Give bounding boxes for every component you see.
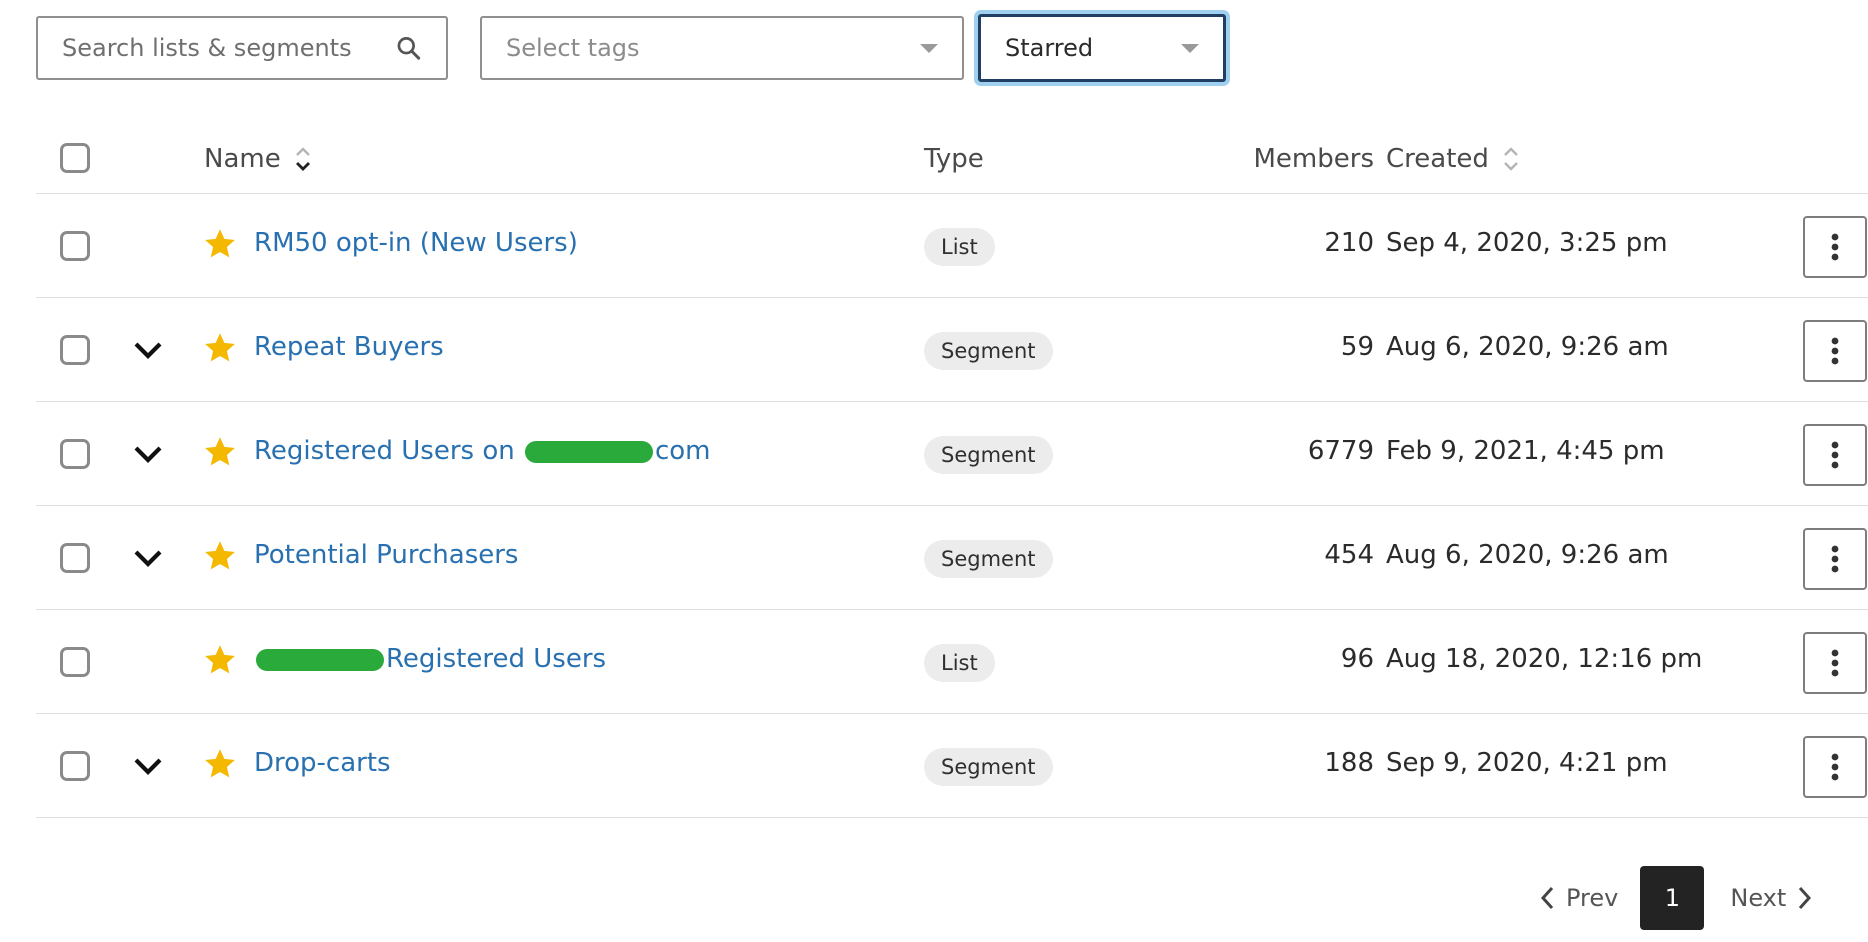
pagination: Prev 1 Next [1540,866,1812,930]
kebab-menu-icon [1831,233,1839,261]
chevron-down-icon[interactable] [130,748,166,784]
select-all-checkbox[interactable] [60,143,90,173]
next-page-label: Next [1730,884,1787,912]
chevron-down-icon[interactable] [130,332,166,368]
chevron-down-icon[interactable] [130,540,166,576]
row-checkbox[interactable] [60,751,90,781]
prev-page-label: Prev [1566,884,1619,912]
star-icon[interactable] [202,746,238,782]
row-actions-button[interactable] [1803,528,1867,590]
star-icon[interactable] [202,226,238,262]
members-count: 6779 [1307,436,1374,466]
column-header-name-label: Name [204,144,281,174]
search-icon[interactable] [395,33,422,63]
row-actions-button[interactable] [1803,736,1867,798]
members-count: 210 [1324,228,1374,258]
table-row: RM50 opt-in (New Users) List 210 Sep 4, … [36,194,1868,298]
members-count: 188 [1324,748,1374,778]
row-checkbox[interactable] [60,231,90,261]
kebab-menu-icon [1831,753,1839,781]
chevron-down-icon[interactable] [130,436,166,472]
column-header-name[interactable]: Name [204,144,313,174]
list-name-suffix: com [654,436,711,466]
row-checkbox[interactable] [60,335,90,365]
prev-page-button[interactable]: Prev [1540,884,1618,912]
row-actions-button[interactable] [1803,424,1867,486]
type-badge: Segment [924,748,1053,786]
row-actions-button[interactable] [1803,632,1867,694]
members-count: 454 [1324,540,1374,570]
tags-select-placeholder: Select tags [506,34,640,62]
table-row: Repeat Buyers Segment 59 Aug 6, 2020, 9:… [36,298,1868,402]
table-row: Registered Users on com Segment 6779 Feb… [36,402,1868,506]
chevron-left-icon [1540,886,1554,910]
list-name-link[interactable]: Repeat Buyers [254,332,444,362]
list-name-link[interactable]: Drop-carts [254,748,391,778]
table-row: Registered Users List 96 Aug 18, 2020, 1… [36,610,1868,714]
type-badge: Segment [924,332,1053,370]
row-actions-button[interactable] [1803,320,1867,382]
sort-icon[interactable] [293,144,313,174]
lists-table: Name Type Members Created RM50 opt-in (N… [36,124,1868,818]
chevron-right-icon [1799,886,1812,910]
members-count: 96 [1340,644,1374,674]
created-date: Aug 18, 2020, 12:16 pm [1386,644,1703,674]
redaction-mark [256,648,384,671]
type-badge: List [924,228,995,266]
row-actions-button[interactable] [1803,216,1867,278]
table-row: Drop-carts Segment 188 Sep 9, 2020, 4:21… [36,714,1868,818]
caret-down-icon [920,43,938,53]
type-badge: Segment [924,540,1053,578]
page-number-button[interactable]: 1 [1640,866,1705,930]
tags-select[interactable]: Select tags [480,16,964,80]
type-badge: Segment [924,436,1053,474]
list-name-link[interactable]: Registered Users on com [254,436,711,466]
row-checkbox[interactable] [60,543,90,573]
kebab-menu-icon [1831,649,1839,677]
search-field[interactable] [36,16,448,80]
sort-icon[interactable] [1501,144,1521,174]
table-row: Potential Purchasers Segment 454 Aug 6, … [36,506,1868,610]
created-date: Feb 9, 2021, 4:45 pm [1386,436,1665,466]
column-header-created[interactable]: Created [1386,144,1521,174]
star-icon[interactable] [202,330,238,366]
created-date: Aug 6, 2020, 9:26 am [1386,540,1669,570]
kebab-menu-icon [1831,545,1839,573]
view-filter-value: Starred [1005,34,1094,62]
list-name-suffix: Registered Users [386,644,607,674]
kebab-menu-icon [1831,337,1839,365]
column-header-created-label: Created [1386,144,1489,174]
row-checkbox[interactable] [60,439,90,469]
table-header: Name Type Members Created [36,124,1868,194]
redaction-mark [524,440,653,463]
next-page-button[interactable]: Next [1730,884,1812,912]
search-input[interactable] [62,34,387,62]
star-icon[interactable] [202,642,238,678]
star-icon[interactable] [202,434,238,470]
kebab-menu-icon [1831,441,1839,469]
view-filter-select[interactable]: Starred [978,14,1226,82]
list-name-link[interactable]: RM50 opt-in (New Users) [254,228,578,258]
list-name-link[interactable]: Potential Purchasers [254,540,518,570]
members-count: 59 [1340,332,1374,362]
row-checkbox[interactable] [60,647,90,677]
column-header-type: Type [924,144,984,174]
caret-down-icon [1181,43,1199,53]
created-date: Sep 4, 2020, 3:25 pm [1386,228,1668,258]
created-date: Sep 9, 2020, 4:21 pm [1386,748,1668,778]
list-name-prefix: Registered Users on [254,436,523,466]
type-badge: List [924,644,995,682]
column-header-members: Members [1253,144,1375,174]
list-name-link[interactable]: Registered Users [254,644,606,674]
created-date: Aug 6, 2020, 9:26 am [1386,332,1669,362]
star-icon[interactable] [202,538,238,574]
